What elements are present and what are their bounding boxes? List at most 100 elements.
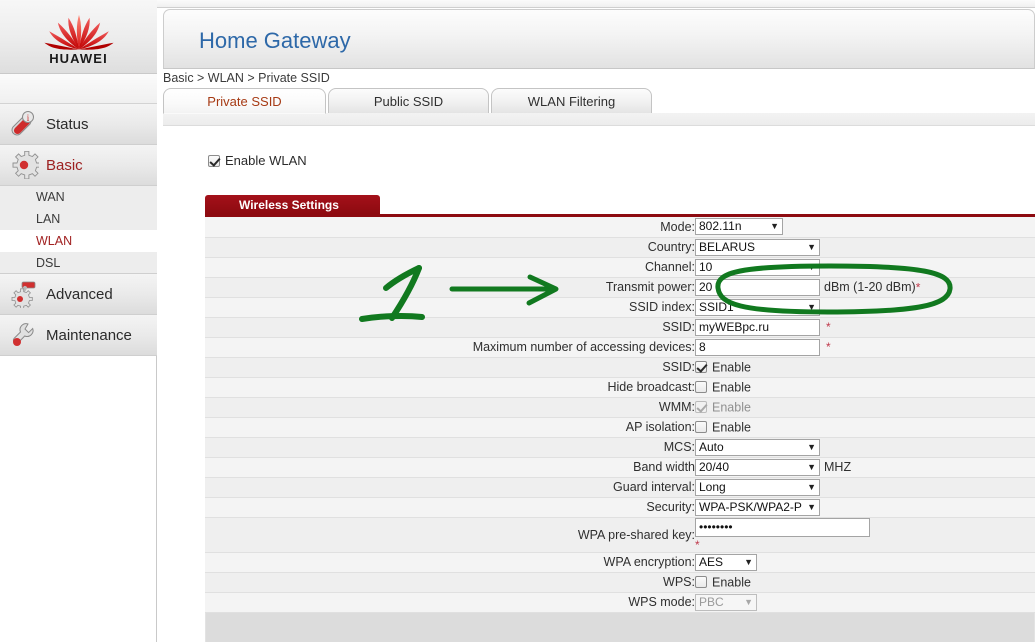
- page-title: Home Gateway: [199, 28, 351, 53]
- settings-row-field: 802.11n ▼: [695, 217, 1035, 238]
- select-channel[interactable]: 10 ▼: [695, 258, 820, 276]
- checkbox-ssid[interactable]: [695, 361, 707, 374]
- tab-public-ssid[interactable]: Public SSID: [328, 88, 489, 114]
- sidebar-item-label: Maintenance: [46, 326, 132, 344]
- checkbox-label: Enable: [712, 380, 751, 395]
- top-strip: [157, 0, 1035, 8]
- enable-wlan-checkbox[interactable]: [208, 154, 220, 167]
- settings-row: WPS: Enable: [205, 572, 1035, 593]
- sidebar-subitem-label: DSL: [36, 255, 61, 270]
- checkbox-wps[interactable]: [695, 576, 707, 589]
- settings-row-label: WPA encryption:: [205, 552, 695, 573]
- select-guard-interval[interactable]: Long ▼: [695, 478, 820, 496]
- settings-row-label: SSID:: [205, 357, 695, 378]
- settings-row-label: WMM:: [205, 397, 695, 418]
- settings-row-field: 20 dBm (1-20 dBm)*: [695, 277, 1035, 298]
- settings-row-label: WPA pre-shared key:: [205, 517, 695, 553]
- select-band-width[interactable]: 20/40 ▼: [695, 458, 820, 476]
- chevron-down-icon: ▼: [807, 461, 816, 472]
- sidebar-subitem-label: WLAN: [36, 234, 73, 248]
- select-wpa-encryption[interactable]: AES ▼: [695, 553, 757, 571]
- breadcrumb: Basic > WLAN > Private SSID: [163, 71, 330, 85]
- sidebar-item-maintenance[interactable]: Maintenance: [0, 315, 157, 356]
- settings-row-label: SSID:: [205, 317, 695, 338]
- sidebar-spacer: [0, 74, 157, 104]
- chevron-down-icon: ▼: [807, 481, 816, 492]
- checkbox-label: Enable: [712, 575, 751, 590]
- sidebar-item-wan[interactable]: WAN: [0, 186, 157, 208]
- status-icon: i: [11, 111, 34, 136]
- chevron-down-icon: ▼: [744, 556, 753, 567]
- tab-label: Public SSID: [373, 93, 444, 109]
- content-area: Enable WLAN Wireless Settings Mode: 802.1…: [163, 127, 1035, 642]
- required-marker: *: [826, 320, 831, 334]
- password-input-wpa-pre-shared-key[interactable]: ••••••••: [695, 517, 870, 537]
- settings-row: Maximum number of accessing devices: 8 *: [205, 337, 1035, 358]
- panel-footer: [205, 612, 1035, 642]
- chevron-down-icon: ▼: [807, 261, 816, 272]
- select-value: PBC: [699, 594, 724, 609]
- settings-row-label: Maximum number of accessing devices:: [205, 337, 695, 358]
- sidebar-item-basic[interactable]: Basic: [0, 145, 157, 186]
- settings-row-label: SSID index:: [205, 297, 695, 318]
- enable-wlan-label: Enable WLAN: [225, 153, 307, 168]
- checkbox-label: Enable: [712, 420, 751, 435]
- settings-row-field: PBC ▼: [695, 592, 1035, 613]
- select-mode[interactable]: 802.11n ▼: [695, 218, 783, 236]
- brand-wordmark: HUAWEI: [49, 51, 108, 66]
- enable-wlan-row: Enable WLAN: [208, 153, 307, 168]
- tab-private-ssid[interactable]: Private SSID: [163, 88, 326, 114]
- select-value: WPA-PSK/WPA2-P: [699, 499, 802, 514]
- settings-row-field: •••••••• *: [695, 517, 1035, 553]
- sidebar-item-wlan[interactable]: WLAN: [0, 230, 157, 252]
- settings-row-field: 8 *: [695, 337, 1035, 358]
- settings-row-field: AES ▼: [695, 552, 1035, 573]
- settings-row: SSID: Enable: [205, 357, 1035, 378]
- select-mcs[interactable]: Auto ▼: [695, 438, 820, 456]
- checkbox-ap-isolation[interactable]: [695, 421, 707, 434]
- select-ssid-index[interactable]: SSID1 ▼: [695, 298, 820, 316]
- text-input-transmit-power[interactable]: 20: [695, 278, 820, 296]
- sidebar-item-advanced[interactable]: Advanced: [0, 274, 157, 315]
- settings-row-label: Transmit power:: [205, 277, 695, 298]
- tab-label: WLAN Filtering: [527, 93, 616, 109]
- settings-row: Country: BELARUS ▼: [205, 237, 1035, 258]
- settings-row: SSID index: SSID1 ▼: [205, 297, 1035, 318]
- settings-row: WPA encryption: AES ▼: [205, 552, 1035, 573]
- tab-label: Private SSID: [207, 93, 282, 109]
- select-country[interactable]: BELARUS ▼: [695, 238, 820, 256]
- settings-row-label: Guard interval:: [205, 477, 695, 498]
- required-marker: *: [826, 340, 831, 354]
- select-value: 10: [699, 259, 713, 274]
- settings-row-field: myWEBpc.ru *: [695, 317, 1035, 338]
- sidebar-item-label: Advanced: [46, 285, 113, 303]
- text-input-ssid[interactable]: myWEBpc.ru: [695, 318, 820, 336]
- sidebar-item-lan[interactable]: LAN: [0, 208, 157, 230]
- settings-row: AP isolation: Enable: [205, 417, 1035, 438]
- wrench-icon: [12, 323, 34, 346]
- sidebar-item-dsl[interactable]: DSL: [0, 252, 157, 274]
- settings-row-label: WPS mode:: [205, 592, 695, 613]
- wireless-settings-table: Mode: 802.11n ▼ Country: BELARUS ▼ Channel: 10 ▼…: [205, 217, 1035, 613]
- sidebar-item-status[interactable]: i Status: [0, 104, 157, 145]
- settings-row-label: Hide broadcast:: [205, 377, 695, 398]
- settings-row: Channel: 10 ▼: [205, 257, 1035, 278]
- router-admin-page: HUAWEI i Status Basic WAN LAN WLAN DSL A…: [0, 0, 1035, 642]
- select-value: Auto: [699, 439, 724, 454]
- tab-bar: Private SSID Public SSID WLAN Filtering: [163, 88, 1035, 114]
- select-value: AES: [699, 554, 724, 569]
- text-input-maximum-number-of-accessing-devices[interactable]: 8: [695, 338, 820, 356]
- checkbox-label: Enable: [712, 400, 751, 415]
- select-wps-mode: PBC ▼: [695, 593, 757, 611]
- chevron-down-icon: ▼: [807, 501, 816, 512]
- sidebar-subitem-label: WAN: [36, 190, 65, 204]
- wireless-settings-panel: Wireless Settings Mode: 802.11n ▼ Country: B…: [205, 195, 1035, 642]
- tab-wlan-filtering[interactable]: WLAN Filtering: [491, 88, 652, 114]
- settings-row-field: Enable: [695, 377, 1035, 398]
- settings-row-field: Enable: [695, 397, 1035, 418]
- tab-underline: [163, 113, 1035, 126]
- settings-row-field: BELARUS ▼: [695, 237, 1035, 258]
- select-security[interactable]: WPA-PSK/WPA2-P ▼: [695, 498, 820, 516]
- checkbox-hide-broadcast[interactable]: [695, 381, 707, 394]
- advanced-gear-icon: [11, 281, 36, 308]
